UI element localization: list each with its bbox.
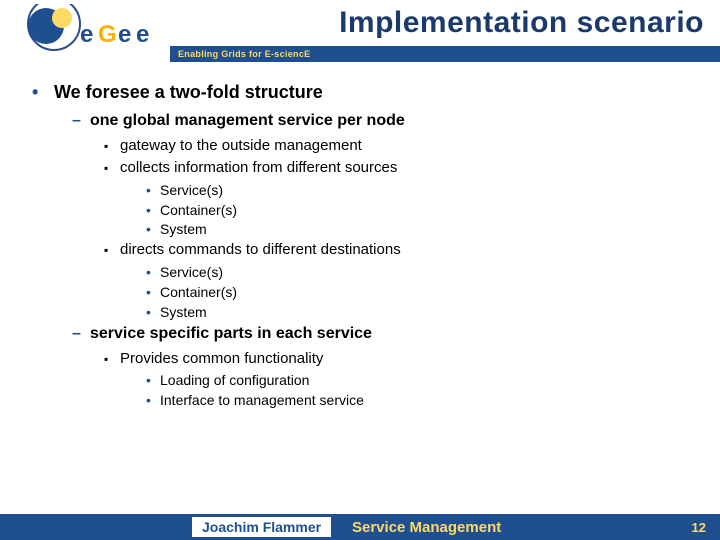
author-name: Joachim Flammer (192, 517, 331, 537)
bullet-dot-icon: • (146, 371, 160, 390)
text-l4a3-2: Container(s) (160, 283, 237, 302)
text-l3a1: gateway to the outside management (120, 136, 362, 156)
bullet-dash-icon: – (72, 110, 90, 132)
bullet-dot-icon: • (146, 263, 160, 282)
page-number: 12 (692, 520, 706, 535)
bullet-square-icon: ▪ (104, 240, 120, 260)
bullet-l3: ▪ directs commands to different destinat… (104, 240, 698, 260)
footer-topic: Service Management (352, 519, 501, 536)
text-l4b1-1: Loading of configuration (160, 371, 309, 390)
text-l1: We foresee a two-fold structure (54, 80, 323, 104)
bullet-l4: • Interface to management service (146, 391, 698, 410)
bullet-dot-icon: • (146, 283, 160, 302)
bullet-l4: • Container(s) (146, 283, 698, 302)
bullet-l4: • Service(s) (146, 181, 698, 200)
bullet-l4: • System (146, 303, 698, 322)
bullet-dot-icon: • (146, 181, 160, 200)
svg-text:e: e (80, 21, 93, 48)
bullet-dot-icon: • (32, 80, 54, 104)
egee-logo: e G e e (8, 4, 178, 60)
svg-text:e: e (118, 21, 131, 48)
bullet-l3: ▪ Provides common functionality (104, 349, 698, 369)
text-l4a3-3: System (160, 303, 207, 322)
bullet-l4: • Container(s) (146, 201, 698, 220)
text-l4b1-2: Interface to management service (160, 391, 364, 410)
text-l4a2-1: Service(s) (160, 181, 223, 200)
bullet-dot-icon: • (146, 391, 160, 410)
bullet-dot-icon: • (146, 201, 160, 220)
bullet-l3: ▪ gateway to the outside management (104, 136, 698, 156)
bullet-dot-icon: • (146, 220, 160, 239)
bullet-l4: • System (146, 220, 698, 239)
bullet-l2: – one global management service per node (72, 110, 698, 132)
bullet-l4: • Service(s) (146, 263, 698, 282)
bullet-l3: ▪ collects information from different so… (104, 158, 698, 178)
bullet-square-icon: ▪ (104, 158, 120, 178)
text-l3a2: collects information from different sour… (120, 158, 397, 178)
bullet-square-icon: ▪ (104, 136, 120, 156)
slide-body: • We foresee a two-fold structure – one … (0, 62, 720, 410)
svg-text:G: G (98, 21, 117, 48)
svg-text:e: e (136, 21, 149, 48)
text-l3b1: Provides common functionality (120, 349, 323, 369)
text-l2b: service specific parts in each service (90, 323, 372, 345)
slide-title: Implementation scenario (339, 6, 704, 40)
slide: e G e e Implementation scenario Enabling… (0, 0, 720, 540)
text-l4a2-3: System (160, 220, 207, 239)
bullet-square-icon: ▪ (104, 349, 120, 369)
bullet-l2: – service specific parts in each service (72, 323, 698, 345)
bullet-l4: • Loading of configuration (146, 371, 698, 390)
bullet-l1: • We foresee a two-fold structure (32, 80, 698, 104)
bullet-dot-icon: • (146, 303, 160, 322)
text-l4a2-2: Container(s) (160, 201, 237, 220)
text-l3a3: directs commands to different destinatio… (120, 240, 401, 260)
bullet-dash-icon: – (72, 323, 90, 345)
header-banner: Enabling Grids for E-sciencE (170, 46, 720, 62)
slide-footer: Joachim Flammer Service Management 12 (0, 514, 720, 540)
logo-tagline: Enabling Grids for E-sciencE (178, 49, 310, 59)
text-l2a: one global management service per node (90, 110, 405, 132)
text-l4a3-1: Service(s) (160, 263, 223, 282)
slide-header: e G e e Implementation scenario Enabling… (0, 0, 720, 62)
